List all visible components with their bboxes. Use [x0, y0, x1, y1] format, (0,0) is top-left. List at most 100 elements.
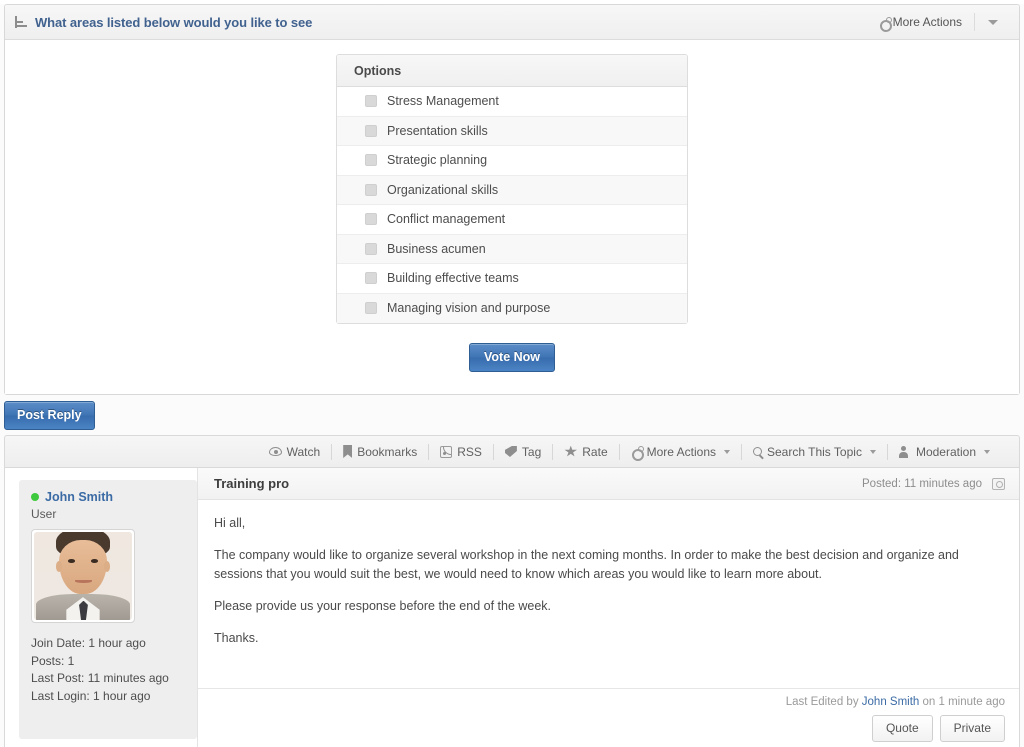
- poll-option-label: Organizational skills: [387, 182, 499, 197]
- poll-option-label: Presentation skills: [387, 123, 488, 138]
- post-header: Training pro Posted: 11 minutes ago: [198, 468, 1019, 500]
- toolbar-label: Search This Topic: [767, 444, 862, 459]
- last-edited-suffix: on 1 minute ago: [922, 696, 1005, 708]
- poll-header-actions: More Actions: [879, 13, 1011, 32]
- last-edited-author-link[interactable]: John Smith: [862, 696, 920, 708]
- vote-button-wrap: Vote Now: [468, 343, 556, 372]
- poll-more-actions-label: More Actions: [892, 15, 962, 29]
- last-edited-line: Last Edited by John Smith on 1 minute ag…: [212, 696, 1005, 708]
- bookmark-icon: [343, 445, 353, 458]
- checkbox-icon[interactable]: [365, 213, 377, 226]
- poll-bars-icon: [15, 16, 28, 28]
- poll-body: Options Stress Management Presentation s…: [5, 40, 1019, 394]
- poll-panel: What areas listed below would you like t…: [4, 4, 1020, 395]
- author-name-row: John Smith: [31, 490, 185, 504]
- eye-icon: [268, 447, 282, 456]
- search-icon: [753, 447, 762, 456]
- star-icon: [564, 445, 578, 457]
- gear-icon: [631, 446, 644, 461]
- chevron-down-icon: [984, 449, 990, 454]
- poll-option-label: Business acumen: [387, 241, 486, 256]
- post-title: Training pro: [214, 476, 290, 491]
- poll-option-label: Building effective teams: [387, 271, 519, 286]
- moderation-user-icon: [898, 445, 911, 458]
- toolbar-label: Bookmarks: [357, 444, 418, 459]
- post-panel: John Smith User Join Date: 1 hour ago Po…: [4, 468, 1020, 747]
- poll-option-row[interactable]: Strategic planning: [337, 146, 687, 176]
- quote-button[interactable]: Quote: [871, 715, 933, 742]
- toolbar-label: RSS: [457, 444, 482, 459]
- checkbox-icon[interactable]: [365, 272, 377, 285]
- checkbox-icon[interactable]: [365, 242, 377, 255]
- author-role: User: [31, 507, 57, 521]
- checkbox-icon[interactable]: [365, 124, 377, 137]
- poll-title-wrap: What areas listed below would you like t…: [15, 15, 879, 30]
- post-author-sidebar: John Smith User Join Date: 1 hour ago Po…: [5, 468, 197, 747]
- tag-icon: [504, 446, 517, 457]
- chevron-down-icon: [869, 449, 876, 454]
- checkbox-icon[interactable]: [365, 302, 377, 315]
- author-name-link[interactable]: John Smith: [45, 490, 113, 504]
- chevron-down-icon: [724, 449, 730, 454]
- poll-more-actions-button[interactable]: More Actions: [879, 15, 974, 32]
- checkbox-icon[interactable]: [365, 154, 377, 167]
- poll-header: What areas listed below would you like t…: [5, 5, 1019, 40]
- post-paragraph: Hi all,: [214, 516, 246, 530]
- toolbar-label: More Actions: [646, 444, 716, 459]
- private-button[interactable]: Private: [939, 715, 1005, 742]
- online-status-icon: [31, 493, 39, 501]
- poll-option-label: Managing vision and purpose: [387, 301, 551, 316]
- avatar[interactable]: [31, 529, 135, 623]
- post-action-buttons: Quote Private: [212, 715, 1005, 742]
- screen-icon[interactable]: [992, 477, 1005, 490]
- toolbar-item-search-this-topic[interactable]: Search This Topic: [742, 445, 887, 459]
- post-body: Hi all, The company would like to organi…: [198, 500, 1019, 688]
- poll-collapse-button[interactable]: [975, 19, 1011, 25]
- poll-option-label: Conflict management: [387, 212, 506, 227]
- poll-question: What areas listed below would you like t…: [35, 14, 313, 30]
- post-timestamp: Posted: 11 minutes ago: [862, 477, 982, 490]
- toolbar-item-rss[interactable]: RSS: [429, 445, 493, 459]
- post-paragraph: Please provide us your response before t…: [214, 599, 552, 613]
- toolbar-item-moderation[interactable]: Moderation: [888, 445, 1001, 459]
- toolbar-label: Watch: [286, 444, 321, 459]
- rss-icon: [440, 445, 453, 458]
- toolbar-item-rate[interactable]: Rate: [553, 445, 618, 459]
- toolbar-item-tag[interactable]: Tag: [494, 445, 552, 459]
- chevron-down-icon: [988, 19, 998, 25]
- poll-option-row[interactable]: Stress Management: [337, 87, 687, 117]
- poll-option-label: Strategic planning: [387, 153, 488, 168]
- post-content: Training pro Posted: 11 minutes ago Hi a…: [197, 468, 1019, 747]
- post-paragraph: The company would like to organize sever…: [214, 548, 959, 581]
- toolbar-item-bookmarks[interactable]: Bookmarks: [332, 445, 428, 459]
- checkbox-icon[interactable]: [365, 95, 377, 108]
- author-stat: Last Post: 11 minutes ago: [31, 671, 169, 685]
- author-stat: Last Login: 1 hour ago: [31, 688, 151, 703]
- poll-option-row[interactable]: Organizational skills: [337, 175, 687, 205]
- vote-now-button[interactable]: Vote Now: [468, 343, 556, 372]
- post-reply-bar: Post Reply: [0, 395, 1024, 435]
- last-edited-prefix: Last Edited by: [785, 696, 859, 708]
- author-stat: Join Date: 1 hour ago: [31, 636, 146, 650]
- toolbar-item-watch[interactable]: Watch: [258, 445, 332, 459]
- poll-option-row[interactable]: Building effective teams: [337, 264, 687, 294]
- post-footer: Last Edited by John Smith on 1 minute ag…: [198, 688, 1019, 747]
- gear-icon: [879, 16, 892, 32]
- topic-toolbar: Watch Bookmarks RSS Tag Rate More Action…: [4, 435, 1020, 468]
- post-paragraph: Thanks.: [214, 631, 259, 645]
- forum-topic-page: What areas listed below would you like t…: [0, 4, 1024, 747]
- poll-option-row[interactable]: Managing vision and purpose: [337, 293, 687, 323]
- author-stats: Join Date: 1 hour ago Posts: 1 Last Post…: [31, 635, 185, 705]
- post-reply-button[interactable]: Post Reply: [4, 400, 95, 430]
- poll-option-row[interactable]: Conflict management: [337, 205, 687, 235]
- poll-options-table: Options Stress Management Presentation s…: [336, 54, 688, 324]
- author-stat: Posts: 1: [31, 653, 75, 668]
- toolbar-label: Moderation: [915, 444, 976, 459]
- options-column-header: Options: [337, 55, 687, 87]
- poll-option-label: Stress Management: [387, 94, 499, 109]
- poll-option-row[interactable]: Business acumen: [337, 234, 687, 264]
- toolbar-item-more-actions[interactable]: More Actions: [620, 444, 741, 461]
- author-card: John Smith User Join Date: 1 hour ago Po…: [19, 480, 197, 739]
- poll-option-row[interactable]: Presentation skills: [337, 116, 687, 146]
- checkbox-icon[interactable]: [365, 183, 377, 196]
